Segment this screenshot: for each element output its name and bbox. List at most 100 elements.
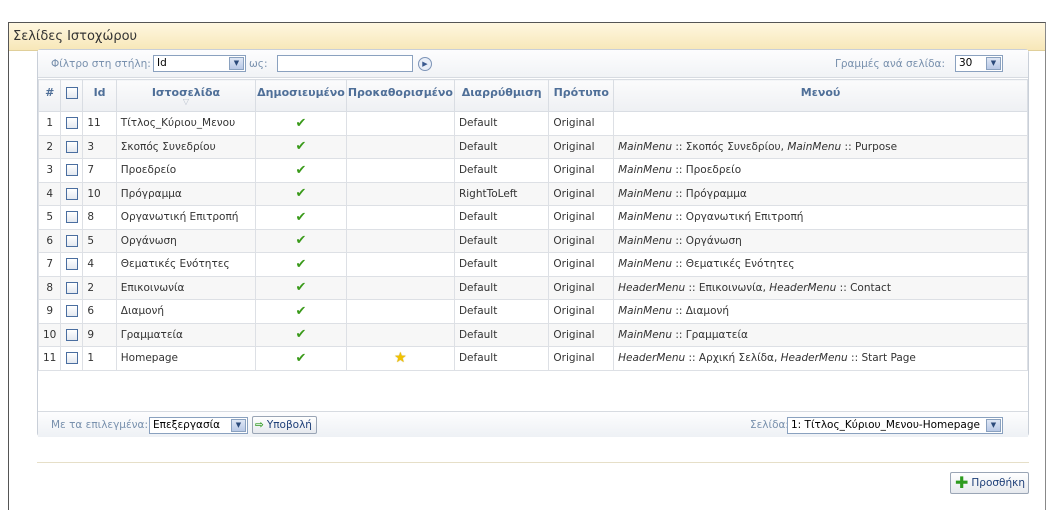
row-default[interactable] (345, 322, 455, 347)
checkmark-icon: ✔ (295, 209, 307, 225)
checkmark-icon: ✔ (295, 280, 307, 296)
row-default[interactable] (345, 228, 455, 253)
row-menu: HeaderMenu :: Αρχική Σελίδα, HeaderMenu … (613, 346, 1028, 371)
row-checkbox[interactable] (65, 328, 78, 341)
row-page[interactable]: Οργανωτική Επιτροπή (115, 205, 257, 230)
table-row[interactable]: 5 8 Οργανωτική Επιτροπή ✔ Default Original Mai… (37, 205, 1028, 230)
row-num: 4 (37, 181, 62, 206)
row-num: 2 (37, 134, 62, 159)
row-num: 1 (37, 111, 62, 136)
table-row[interactable]: 2 3 Σκοπός Συνεδρίου ✔ Default Original MainMe… (37, 134, 1028, 159)
divider (37, 462, 1029, 463)
row-default[interactable] (345, 252, 455, 277)
row-checkbox[interactable] (65, 117, 78, 130)
bulk-action-select[interactable]: Επεξεργασία ▼ (149, 417, 248, 434)
filter-go-icon[interactable]: ▶ (418, 57, 432, 71)
row-page[interactable]: Προεδρείο (115, 158, 257, 183)
table-row[interactable]: 10 9 Γραμματεία ✔ Default Original MainMenu ::… (37, 322, 1028, 347)
table-row[interactable]: 11 1 Homepage ✔ ★ Default Original HeaderMenu :… (37, 346, 1028, 371)
row-published[interactable]: ✔ (255, 228, 347, 253)
col-menu[interactable]: Μενού (613, 79, 1028, 112)
row-published[interactable]: ✔ (255, 275, 347, 300)
row-checkbox[interactable] (65, 258, 78, 271)
submit-button[interactable]: ⇨ Υποβολή (252, 416, 317, 434)
row-page[interactable]: Σκοπός Συνεδρίου (115, 134, 257, 159)
filter-column-select[interactable]: Id ▼ (153, 55, 246, 72)
row-id: 6 (82, 299, 117, 324)
row-checkbox[interactable] (65, 352, 78, 365)
col-page[interactable]: Ιστοσελίδα ▽ (115, 79, 257, 112)
table-row[interactable]: 6 5 Οργάνωση ✔ Default Original MainMenu :: Ορ… (37, 228, 1028, 253)
row-checkbox[interactable] (65, 305, 78, 318)
row-menu: MainMenu :: Θεματικές Ενότητες (613, 252, 1028, 277)
row-checkbox[interactable] (65, 234, 78, 247)
col-default[interactable]: Προκαθορισμένο (345, 79, 455, 112)
checkmark-icon: ✔ (295, 139, 307, 155)
row-default[interactable] (345, 275, 455, 300)
page-select-value: 1: Τίτλος_Κύριου_Μενου-Homepage (791, 419, 980, 431)
page-select[interactable]: 1: Τίτλος_Κύριου_Μενου-Homepage ▼ (787, 417, 1003, 434)
table-row[interactable]: 4 10 Πρόγραμμα ✔ RightToLeft Original MainMenu… (37, 181, 1028, 206)
row-published[interactable]: ✔ (255, 252, 347, 277)
add-button[interactable]: ✚ Προσθήκη (950, 472, 1029, 494)
col-template[interactable]: Πρότυπο (548, 79, 615, 112)
row-page[interactable]: Διαμονή (115, 299, 257, 324)
row-checkbox[interactable] (65, 211, 78, 224)
row-published[interactable]: ✔ (255, 134, 347, 159)
table-row[interactable]: 3 7 Προεδρείο ✔ Default Original MainMenu :: Π… (37, 158, 1028, 183)
chevron-down-icon: ▼ (231, 419, 246, 432)
row-page[interactable]: Γραμματεία (115, 322, 257, 347)
row-published[interactable]: ✔ (255, 299, 347, 324)
menu-name: MainMenu (618, 211, 672, 224)
row-template: Original (548, 111, 615, 136)
row-checkbox[interactable] (65, 187, 78, 200)
col-layout[interactable]: Διαρρύθμιση (453, 79, 550, 112)
row-default[interactable] (345, 181, 455, 206)
row-published[interactable]: ✔ (255, 322, 347, 347)
col-published[interactable]: Δημοσιευμένο (255, 79, 347, 112)
row-template: Original (548, 322, 615, 347)
menu-entry: :: Διαμονή (672, 305, 730, 318)
select-all-checkbox[interactable] (65, 87, 78, 99)
row-template: Original (548, 252, 615, 277)
row-published[interactable]: ✔ (255, 158, 347, 183)
menu-entry: :: Σκοπός Συνεδρίου, (672, 140, 788, 153)
row-page[interactable]: Πρόγραμμα (115, 181, 257, 206)
table-row[interactable]: 8 2 Επικοινωνία ✔ Default Original HeaderMenu … (37, 275, 1028, 300)
row-page[interactable]: Homepage (115, 346, 257, 371)
row-published[interactable]: ✔ (255, 205, 347, 230)
menu-entry: :: Πρόγραμμα (672, 187, 747, 200)
pages-panel: Φίλτρο στη στήλη: Id ▼ ως: ▶ Γραμμές ανά… (37, 49, 1029, 437)
col-id[interactable]: Id (82, 79, 117, 112)
row-default[interactable] (345, 158, 455, 183)
filter-value-input[interactable] (277, 55, 413, 72)
menu-name: MainMenu (787, 140, 842, 153)
row-checkbox[interactable] (65, 281, 78, 294)
row-layout: Default (453, 134, 550, 159)
row-page[interactable]: Επικοινωνία (115, 275, 257, 300)
table-row[interactable]: 9 6 Διαμονή ✔ Default Original MainMenu :: Δια… (37, 299, 1028, 324)
row-published[interactable]: ✔ (255, 346, 347, 371)
row-template: Original (548, 134, 615, 159)
row-page[interactable]: Οργάνωση (115, 228, 257, 253)
table-row[interactable]: 1 11 Τίτλος_Κύριου_Μενου ✔ Default Original (37, 111, 1028, 136)
rows-per-page-select[interactable]: 30 ▼ (955, 55, 1003, 72)
row-published[interactable]: ✔ (255, 181, 347, 206)
menu-entry: :: Αρχική Σελίδα, (685, 352, 781, 365)
filter-as-label: ως: (249, 58, 268, 70)
row-default[interactable] (345, 134, 455, 159)
row-checkbox[interactable] (65, 140, 78, 153)
row-checkbox[interactable] (65, 164, 78, 177)
row-published[interactable]: ✔ (255, 111, 347, 136)
row-menu: MainMenu :: Διαμονή (613, 299, 1028, 324)
menu-name: MainMenu (618, 328, 672, 341)
table-row[interactable]: 7 4 Θεματικές Ενότητες ✔ Default Original Main… (37, 252, 1028, 277)
row-id: 7 (82, 158, 117, 183)
menu-name: MainMenu (618, 140, 672, 153)
row-page[interactable]: Θεματικές Ενότητες (115, 252, 257, 277)
row-default[interactable] (345, 299, 455, 324)
row-page[interactable]: Τίτλος_Κύριου_Μενου (115, 111, 257, 136)
row-default[interactable] (345, 205, 455, 230)
row-default[interactable]: ★ (345, 346, 455, 371)
row-default[interactable] (345, 111, 455, 136)
